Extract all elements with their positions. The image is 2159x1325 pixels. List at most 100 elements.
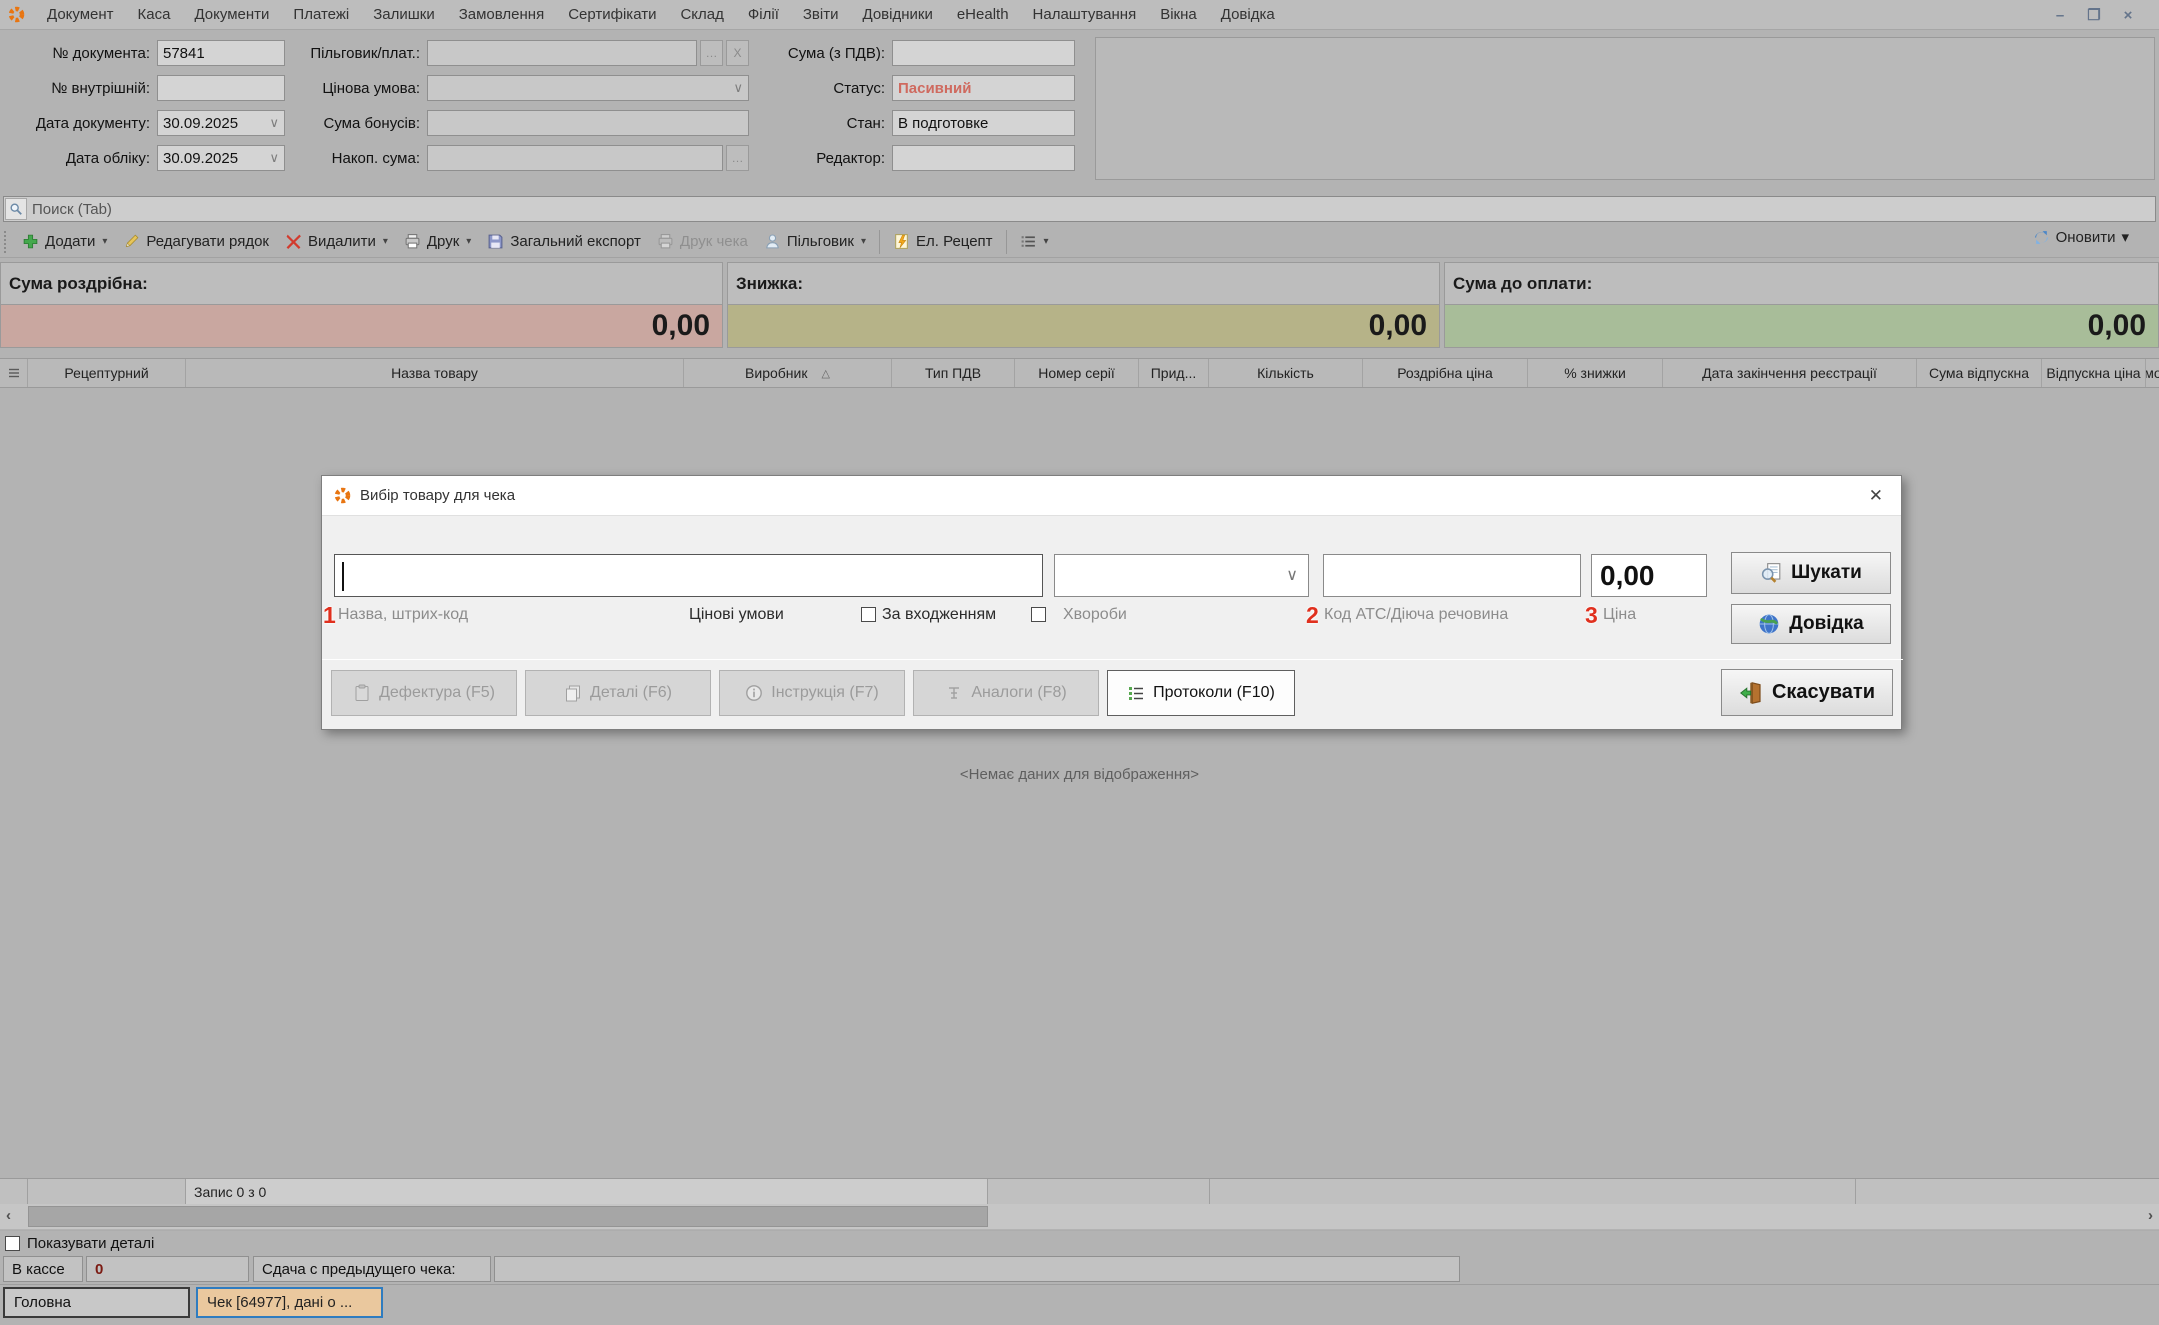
- help-button[interactable]: Довідка: [1731, 604, 1891, 644]
- dialog-title: Вибір товару для чека: [360, 487, 515, 504]
- menu-windows[interactable]: Вікна: [1148, 0, 1209, 30]
- menu-settings[interactable]: Налаштування: [1021, 0, 1149, 30]
- col-discount-pct[interactable]: % знижки: [1528, 359, 1663, 387]
- col-series-number[interactable]: Номер серії: [1015, 359, 1139, 387]
- menu-remains[interactable]: Залишки: [361, 0, 447, 30]
- col-retail-price[interactable]: Роздрібна ціна: [1363, 359, 1528, 387]
- menu-help[interactable]: Довідка: [1209, 0, 1287, 30]
- menu-orders[interactable]: Замовлення: [447, 0, 556, 30]
- print-button[interactable]: Друк ▾: [396, 228, 479, 256]
- price-input-value: 0,00: [1600, 560, 1655, 592]
- col-registration-end[interactable]: Дата закінчення реєстрації: [1663, 359, 1917, 387]
- caret-down-icon: ▾: [466, 236, 471, 247]
- nav-cell[interactable]: [28, 1179, 186, 1204]
- menu-warehouse[interactable]: Склад: [668, 0, 735, 30]
- col-label: Умов: [2146, 365, 2159, 381]
- scroll-right-icon[interactable]: ›: [2148, 1207, 2153, 1224]
- toolbar-grip[interactable]: [4, 231, 10, 253]
- tab-main[interactable]: Головна: [3, 1287, 190, 1318]
- cancel-button[interactable]: Скасувати: [1721, 669, 1893, 716]
- col-sale-price[interactable]: Відпускна ціна: [2042, 359, 2146, 387]
- diseases-checkbox[interactable]: [1031, 607, 1046, 622]
- general-export-button[interactable]: Загальний експорт: [479, 228, 649, 256]
- add-button[interactable]: Додати ▾: [14, 228, 115, 256]
- product-search-input[interactable]: [334, 554, 1043, 597]
- close-button[interactable]: ×: [2111, 7, 2145, 24]
- horizontal-scrollbar[interactable]: ‹ ›: [0, 1204, 2159, 1229]
- delete-x-icon: [285, 233, 302, 250]
- e-recipe-button[interactable]: Ел. Рецепт: [885, 228, 1001, 256]
- diseases-combobox[interactable]: ∨: [1054, 554, 1309, 597]
- print-receipt-button[interactable]: Друк чека: [649, 228, 756, 256]
- accum-sum-field[interactable]: [427, 145, 723, 171]
- details-button[interactable]: Деталі (F6): [525, 670, 711, 716]
- col-label: Рецептурний: [64, 365, 148, 381]
- col-manufacturer[interactable]: Виробник△: [684, 359, 892, 387]
- menu-document[interactable]: Документ: [35, 0, 126, 30]
- col-product-name[interactable]: Назва товару: [186, 359, 684, 387]
- cash-value: 0: [95, 1261, 103, 1278]
- text-cursor: [342, 562, 344, 591]
- doc-number-label: № документа:: [0, 45, 150, 62]
- menu-certificates[interactable]: Сертифікати: [556, 0, 668, 30]
- annotation-3: 3: [1585, 602, 1598, 629]
- minimize-button[interactable]: –: [2043, 7, 2077, 24]
- by-entry-label: За входженням: [882, 606, 996, 624]
- beneficiary-field[interactable]: [427, 40, 697, 66]
- col-conditions[interactable]: Умов: [2146, 359, 2159, 387]
- refresh-button[interactable]: Оновити ▾: [2033, 228, 2129, 246]
- menu-ehealth[interactable]: eHealth: [945, 0, 1021, 30]
- dialog-close-icon[interactable]: ✕: [1869, 486, 1883, 506]
- change-label-cell: Сдача с предыдущего чека:: [253, 1256, 491, 1282]
- summary-discount-label: Знижка:: [736, 274, 803, 294]
- by-entry-checkbox[interactable]: [861, 607, 876, 622]
- search-products-button[interactable]: Шукати: [1731, 552, 1891, 594]
- col-quantity[interactable]: Кількість: [1209, 359, 1363, 387]
- analogs-tree-icon: [945, 684, 963, 702]
- search-bar[interactable]: Поиск (Tab): [3, 196, 2156, 222]
- show-details-label: Показувати деталі: [27, 1235, 154, 1252]
- bonus-sum-label: Сума бонусів:: [230, 115, 420, 132]
- menu-kasa[interactable]: Каса: [126, 0, 183, 30]
- scroll-left-icon[interactable]: ‹: [6, 1207, 11, 1224]
- show-details-checkbox[interactable]: [5, 1236, 20, 1251]
- atc-input[interactable]: [1323, 554, 1581, 597]
- menu-documents[interactable]: Документи: [182, 0, 281, 30]
- delete-button[interactable]: Видалити ▾: [277, 228, 396, 256]
- menu-payments[interactable]: Платежі: [281, 0, 361, 30]
- col-prid[interactable]: Прид...: [1139, 359, 1209, 387]
- menu-branches[interactable]: Філії: [736, 0, 791, 30]
- annotation-1: 1: [323, 602, 336, 629]
- status-badge: Пасивний: [898, 80, 971, 97]
- edit-row-button[interactable]: Редагувати рядок: [115, 228, 277, 256]
- price-input[interactable]: 0,00: [1591, 554, 1707, 597]
- analogs-button[interactable]: Аналоги (F8): [913, 670, 1099, 716]
- col-sale-sum[interactable]: Сума відпускна: [1917, 359, 2042, 387]
- list-icon: [1020, 233, 1037, 250]
- col-label: Номер серії: [1038, 365, 1115, 381]
- col-vat-type[interactable]: Тип ПДВ: [892, 359, 1015, 387]
- tab-check[interactable]: Чек [64977], дані о ...: [196, 1287, 383, 1318]
- state-value: В подготовке: [898, 115, 988, 132]
- nav-cell[interactable]: [0, 1179, 28, 1204]
- list-options-button[interactable]: ▾: [1012, 228, 1057, 256]
- beneficiary-button[interactable]: Пільговик ▾: [756, 228, 874, 256]
- col-receptual[interactable]: Рецептурний: [28, 359, 186, 387]
- dialog-title-bar[interactable]: Вибір товару для чека ✕: [322, 476, 1901, 516]
- scrollbar-thumb[interactable]: [28, 1206, 988, 1227]
- menu-reports[interactable]: Звіти: [791, 0, 851, 30]
- menu-directories[interactable]: Довідники: [851, 0, 945, 30]
- refresh-button-label: Оновити: [2056, 229, 2116, 246]
- cash-value-cell: 0: [86, 1256, 249, 1282]
- col-label: Назва товару: [391, 365, 478, 381]
- restore-button[interactable]: ❐: [2077, 6, 2111, 24]
- diseases-label: Хвороби: [1063, 606, 1127, 624]
- editor-label: Редактор:: [690, 150, 885, 167]
- protocols-button[interactable]: Протоколи (F10): [1107, 670, 1295, 716]
- rows-icon[interactable]: [0, 359, 28, 387]
- defectura-button[interactable]: Дефектура (F5): [331, 670, 517, 716]
- search-input[interactable]: Поиск (Tab): [32, 201, 112, 218]
- instruction-button[interactable]: Інструкція (F7): [719, 670, 905, 716]
- cash-label-cell: В кассе: [3, 1256, 83, 1282]
- sum-vat-field[interactable]: [892, 40, 1075, 66]
